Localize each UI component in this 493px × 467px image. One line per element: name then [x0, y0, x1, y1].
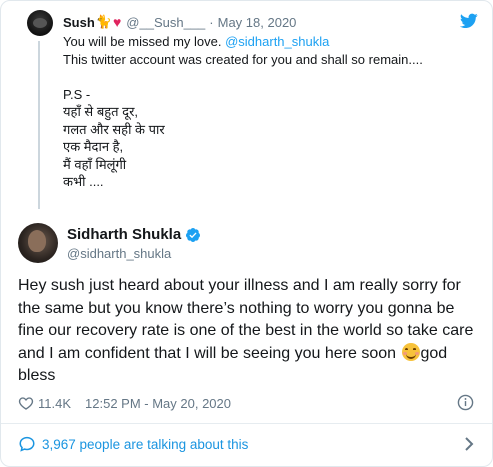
twitter-logo-icon[interactable]: [460, 13, 478, 29]
like-count[interactable]: 11.4K: [38, 396, 71, 411]
conversation-link[interactable]: 3,967 people are talking about this: [18, 435, 248, 453]
heart-emoji-icon: ♥: [112, 14, 122, 30]
tweet-text-line-3: fine our recovery rate is one of the bes…: [18, 322, 474, 340]
quoted-line-7: एक मैदान है,: [63, 139, 124, 154]
quoted-author-name[interactable]: Sush: [63, 15, 95, 30]
thread-connector-line: [38, 41, 40, 209]
chevron-right-icon[interactable]: [464, 437, 474, 451]
cat-emoji-icon: 🐈: [95, 14, 112, 29]
quoted-line-1: You will be missed my love. @sidharth_sh…: [63, 34, 330, 49]
quoted-tweet[interactable]: Sush 🐈 ♥ @__Sush___ · May 18, 2020 You w…: [1, 1, 492, 213]
tweet-text-line-4: and I am confident that I will be seeing…: [18, 342, 448, 362]
quoted-line-2: This twitter account was created for you…: [63, 51, 423, 67]
speech-bubble-icon: [19, 436, 35, 452]
tweet-text-line-5: bless: [18, 367, 56, 385]
quoted-line-5: यहाँ से बहुत दूर,: [63, 104, 139, 119]
verified-badge-icon: [186, 227, 201, 242]
quoted-tweet-text: You will be missed my love. @sidharth_sh…: [63, 33, 483, 191]
tweet-timestamp[interactable]: 12:52 PM - May 20, 2020: [85, 396, 231, 411]
quoted-line-9: कभी ....: [63, 174, 104, 189]
tweet-meta-row: 11.4K 12:52 PM - May 20, 2020: [18, 395, 231, 411]
author-name-row[interactable]: Sidharth Shukla: [67, 226, 201, 243]
tweet-text: Hey sush just heard about your illness a…: [18, 275, 488, 388]
mention-link[interactable]: @sidharth_shukla: [225, 34, 329, 49]
quoted-line-8: मैं वहाँ मिलूंगी: [63, 156, 127, 172]
embedded-tweet-card: Sush 🐈 ♥ @__Sush___ · May 18, 2020 You w…: [0, 0, 493, 467]
quoted-tweet-date[interactable]: May 18, 2020: [218, 15, 297, 30]
author-name[interactable]: Sidharth Shukla: [67, 226, 181, 243]
quoted-author-handle[interactable]: @__Sush___: [126, 15, 205, 30]
quoted-tweet-header: Sush 🐈 ♥ @__Sush___ · May 18, 2020: [63, 14, 296, 30]
quoted-author-avatar[interactable]: [27, 10, 53, 36]
smiling-face-emoji-icon: [402, 342, 421, 361]
info-icon[interactable]: [457, 394, 474, 411]
quoted-line-4: P.S -: [63, 86, 91, 102]
author-handle[interactable]: @sidharth_shukla: [67, 246, 171, 261]
conversation-count-label[interactable]: 3,967 people are talking about this: [42, 437, 248, 452]
separator-dot: ·: [209, 14, 214, 30]
quoted-line-3: [63, 68, 483, 86]
heart-outline-icon[interactable]: [18, 395, 34, 411]
tweet-text-line-1: Hey sush just heard about your illness a…: [18, 277, 461, 294]
quoted-line-6: गलत और सही के पार: [63, 121, 165, 137]
author-avatar[interactable]: [18, 223, 58, 263]
footer-divider: [1, 423, 492, 424]
tweet-text-line-2: the same but you know there’s nothing to…: [18, 299, 455, 317]
